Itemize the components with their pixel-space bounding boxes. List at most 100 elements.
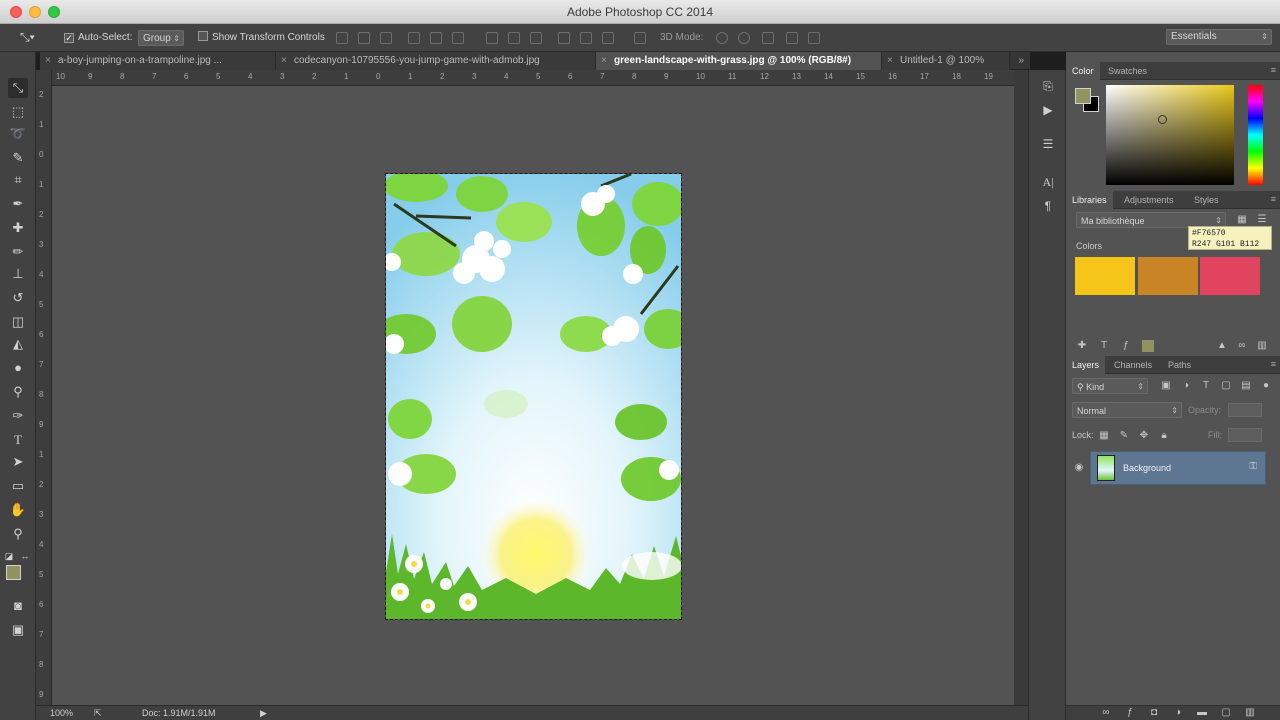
align-bottom-icon[interactable] bbox=[380, 32, 392, 44]
tab-codecanyon[interactable]: × codecanyon-10795556-you-jump-game-with-… bbox=[276, 52, 596, 70]
crop-tool-icon[interactable]: ⌗ bbox=[8, 170, 28, 190]
add-mask-icon[interactable]: ◘ bbox=[1148, 707, 1160, 719]
color-field[interactable] bbox=[1106, 85, 1234, 185]
align-right-icon[interactable] bbox=[452, 32, 464, 44]
eye-icon[interactable]: ◉ bbox=[1073, 462, 1085, 474]
lock-transparency-icon[interactable]: ▦ bbox=[1098, 430, 1110, 442]
blur-tool-icon[interactable]: ● bbox=[8, 358, 28, 378]
auto-select-dropdown[interactable]: Group bbox=[138, 30, 184, 47]
color-panel-foreground-swatch[interactable] bbox=[1075, 88, 1091, 104]
align-top-icon[interactable] bbox=[336, 32, 348, 44]
layer-filter-dropdown[interactable]: ⚲ Kind bbox=[1072, 378, 1148, 395]
align-left-icon[interactable] bbox=[408, 32, 420, 44]
marquee-tool-icon[interactable]: ⬚ bbox=[8, 102, 28, 122]
add-color-icon[interactable] bbox=[1142, 340, 1154, 352]
new-group-icon[interactable]: ▬ bbox=[1196, 707, 1208, 719]
move-tool-preset-icon[interactable]: ⤡▾ bbox=[20, 29, 35, 45]
path-selection-tool-icon[interactable]: ➤ bbox=[8, 452, 28, 472]
tab-styles[interactable]: Styles bbox=[1188, 191, 1225, 209]
creative-cloud-icon[interactable]: ∞ bbox=[1236, 340, 1248, 352]
distribute-top-icon[interactable] bbox=[486, 32, 498, 44]
rectangle-tool-icon[interactable]: ▭ bbox=[8, 476, 28, 496]
list-view-icon[interactable]: ☰ bbox=[1256, 214, 1268, 226]
lock-position-icon[interactable]: ✥ bbox=[1138, 430, 1150, 442]
actions-play-icon[interactable]: ▶ bbox=[1040, 102, 1056, 118]
align-hcenter-icon[interactable] bbox=[430, 32, 442, 44]
quick-select-tool-icon[interactable]: ✎ bbox=[8, 148, 28, 168]
status-menu-arrow-icon[interactable]: ▶ bbox=[260, 708, 267, 719]
zoom-level[interactable]: 100% bbox=[50, 708, 73, 718]
layer-row-background[interactable]: Background ⚿ bbox=[1090, 451, 1266, 485]
filter-toggle-icon[interactable]: ● bbox=[1260, 380, 1272, 392]
tab-layers[interactable]: Layers bbox=[1066, 356, 1106, 374]
screen-mode-icon[interactable]: ▣ bbox=[8, 620, 28, 640]
distribute-vcenter-icon[interactable] bbox=[508, 32, 520, 44]
foreground-color-swatch[interactable] bbox=[6, 565, 21, 580]
roll-3d-icon[interactable] bbox=[738, 32, 750, 44]
filter-adjustment-icon[interactable]: ◑ bbox=[1180, 380, 1192, 392]
document-canvas[interactable] bbox=[385, 173, 682, 620]
slide-3d-icon[interactable] bbox=[786, 32, 798, 44]
filter-pixel-icon[interactable]: ▣ bbox=[1160, 380, 1172, 392]
fill-field[interactable] bbox=[1228, 428, 1262, 442]
tab-channels[interactable]: Channels bbox=[1108, 356, 1158, 374]
tab-color[interactable]: Color bbox=[1066, 62, 1100, 80]
dodge-tool-icon[interactable]: ⚲ bbox=[8, 382, 28, 402]
quick-mask-icon[interactable]: ◙ bbox=[8, 596, 28, 616]
zoom-tool-icon[interactable]: ⚲ bbox=[8, 524, 28, 544]
delete-layer-icon[interactable]: ▥ bbox=[1244, 707, 1256, 719]
close-icon[interactable]: × bbox=[887, 52, 893, 70]
healing-brush-tool-icon[interactable]: ✚ bbox=[8, 218, 28, 238]
color-picker-circle[interactable] bbox=[1158, 115, 1167, 124]
distribute-left-icon[interactable] bbox=[558, 32, 570, 44]
hand-tool-icon[interactable]: ✋ bbox=[8, 500, 28, 520]
horizontal-ruler[interactable]: 10 9 8 7 6 5 4 3 2 1 0 1 2 3 4 5 6 7 8 9 10 11 12 13 14 15 16 17 18 1… bbox=[52, 70, 1014, 86]
filter-smart-object-icon[interactable]: ▤ bbox=[1240, 380, 1252, 392]
eyedropper-tool-icon[interactable]: ✒ bbox=[8, 194, 28, 214]
hue-slider[interactable] bbox=[1248, 85, 1263, 185]
history-icon[interactable]: ⎘ bbox=[1040, 78, 1056, 94]
library-color-swatch-orange[interactable] bbox=[1138, 257, 1198, 295]
tab-adjustments[interactable]: Adjustments bbox=[1118, 191, 1180, 209]
move-tool-icon[interactable]: ⤡ bbox=[8, 78, 28, 98]
workspace-dropdown[interactable]: Essentials bbox=[1166, 29, 1272, 45]
grid-view-icon[interactable]: ▦ bbox=[1236, 214, 1248, 226]
drag-3d-icon[interactable] bbox=[762, 32, 774, 44]
tab-libraries[interactable]: Libraries bbox=[1066, 191, 1113, 209]
add-layer-style-icon[interactable]: ƒ bbox=[1120, 340, 1132, 352]
orbit-3d-icon[interactable] bbox=[716, 32, 728, 44]
tab-swatches[interactable]: Swatches bbox=[1102, 62, 1153, 80]
distribute-bottom-icon[interactable] bbox=[530, 32, 542, 44]
filter-shape-icon[interactable]: ▢ bbox=[1220, 380, 1232, 392]
auto-select-checkbox[interactable]: ✓ Auto-Select: bbox=[64, 30, 132, 46]
close-icon[interactable]: × bbox=[45, 52, 51, 70]
lock-all-icon[interactable]: 🔒︎ bbox=[1158, 430, 1170, 442]
clone-stamp-tool-icon[interactable]: ⊥ bbox=[8, 264, 28, 284]
library-color-swatch-pink[interactable] bbox=[1200, 257, 1260, 295]
opacity-field[interactable] bbox=[1228, 403, 1262, 417]
new-adjustment-icon[interactable]: ◑ bbox=[1172, 707, 1184, 719]
paragraph-icon[interactable]: ¶ bbox=[1040, 198, 1056, 214]
show-transform-checkbox[interactable]: Show Transform Controls bbox=[198, 30, 325, 46]
close-icon[interactable]: × bbox=[601, 52, 607, 70]
panel-menu-icon[interactable]: ≡ bbox=[1271, 194, 1276, 204]
swap-colors-icon[interactable]: ↔ bbox=[20, 546, 30, 566]
close-icon[interactable]: × bbox=[281, 52, 287, 70]
pen-tool-icon[interactable]: ✑ bbox=[8, 406, 28, 426]
type-tool-icon[interactable]: T bbox=[8, 430, 28, 450]
eraser-tool-icon[interactable]: ◫ bbox=[8, 312, 28, 332]
distribute-right-icon[interactable] bbox=[602, 32, 614, 44]
tab-untitled[interactable]: × Untitled-1 @ 100% bbox=[882, 52, 1010, 70]
distribute-hcenter-icon[interactable] bbox=[580, 32, 592, 44]
tab-trampoline[interactable]: × a-boy-jumping-on-a-trampoline.jpg ... bbox=[40, 52, 276, 70]
layer-name[interactable]: Background bbox=[1123, 463, 1171, 473]
blend-mode-dropdown[interactable]: Normal bbox=[1072, 402, 1182, 419]
more-tabs-icon[interactable]: » bbox=[1018, 52, 1024, 70]
vertical-ruler[interactable]: 2 1 0 1 2 3 4 5 6 7 8 9 1 2 3 4 5 6 7 8 9 bbox=[36, 70, 52, 705]
add-style-icon[interactable]: ƒ bbox=[1124, 707, 1136, 719]
history-brush-tool-icon[interactable]: ↺ bbox=[8, 288, 28, 308]
panel-menu-icon[interactable]: ≡ bbox=[1271, 65, 1276, 75]
lock-image-icon[interactable]: ✎ bbox=[1118, 430, 1130, 442]
panel-menu-icon[interactable]: ≡ bbox=[1271, 359, 1276, 369]
vertical-scrollbar[interactable] bbox=[1014, 70, 1028, 705]
